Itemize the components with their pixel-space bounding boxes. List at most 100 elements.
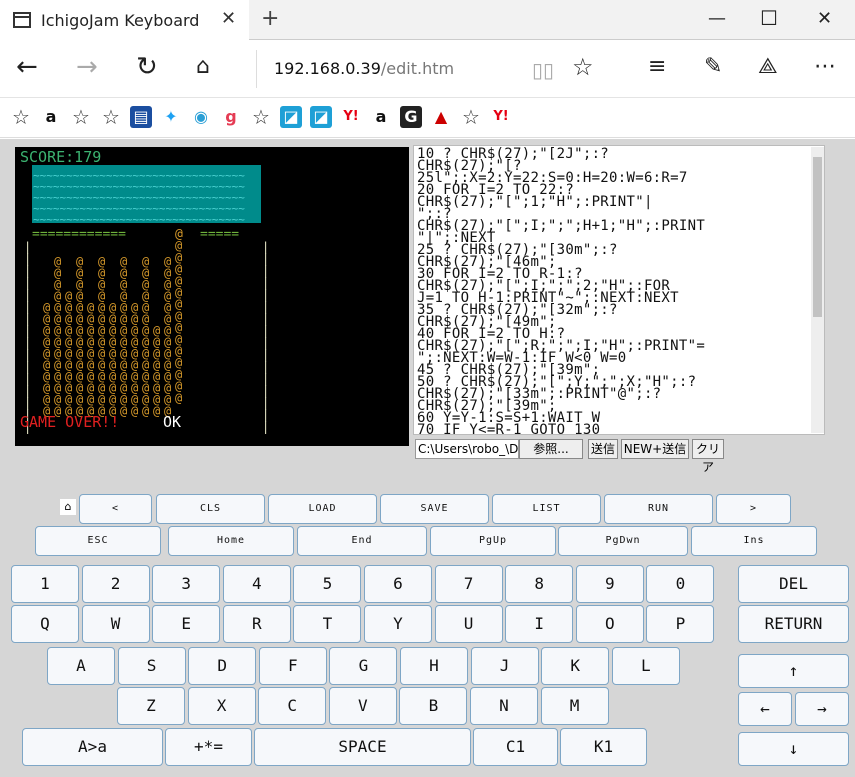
key-q[interactable]: Q <box>11 605 79 643</box>
web-note-icon[interactable]: ✎ <box>704 52 722 82</box>
key-s[interactable]: S <box>117 647 186 685</box>
key-list[interactable]: LIST <box>492 494 601 524</box>
home-key-icon[interactable]: ⌂ <box>60 499 76 515</box>
key-3[interactable]: 3 <box>152 565 221 603</box>
key-z[interactable]: Z <box>117 687 185 725</box>
key-return[interactable]: RETURN <box>738 605 849 643</box>
arrow-down-key[interactable]: ↓ <box>738 732 849 766</box>
yahoo-icon[interactable]: Y! <box>340 106 362 128</box>
key-u[interactable]: U <box>434 605 503 643</box>
amazon-icon[interactable]: a <box>370 106 392 128</box>
key-n[interactable]: N <box>470 687 538 725</box>
key-d[interactable]: D <box>188 647 257 685</box>
new-send-button[interactable]: NEW+送信 <box>621 439 689 459</box>
clear-button[interactable]: クリア <box>692 439 724 474</box>
circle-eye-icon[interactable]: ◉ <box>190 106 212 128</box>
star-icon[interactable]: ☆ <box>10 106 32 128</box>
key-i[interactable]: I <box>505 605 574 643</box>
key-t[interactable]: T <box>293 605 362 643</box>
key-6[interactable]: 6 <box>364 565 432 603</box>
key-pgup[interactable]: PgUp <box>430 526 556 556</box>
key-load[interactable]: LOAD <box>268 494 377 524</box>
hub-icon[interactable]: ≡ <box>648 52 666 82</box>
key-c1[interactable]: C1 <box>473 728 558 766</box>
close-window-icon[interactable]: ✕ <box>817 8 832 29</box>
home-icon[interactable]: ⌂ <box>196 52 210 82</box>
key-f[interactable]: F <box>258 647 327 685</box>
rocket-icon[interactable]: ▲ <box>430 106 452 128</box>
forward-icon[interactable]: → <box>76 52 98 82</box>
key-0[interactable]: 0 <box>646 565 715 603</box>
key-2[interactable]: 2 <box>81 565 150 603</box>
key-k[interactable]: K <box>541 647 610 685</box>
key-prev[interactable]: < <box>79 494 152 524</box>
yahoo-icon[interactable]: Y! <box>490 106 512 128</box>
key-esc[interactable]: ESC <box>35 526 161 556</box>
key-home[interactable]: Home <box>168 526 294 556</box>
key-j[interactable]: J <box>470 647 539 685</box>
square-blue-icon[interactable]: ◪ <box>280 106 302 128</box>
key-o[interactable]: O <box>575 605 644 643</box>
back-icon[interactable]: ← <box>16 52 38 82</box>
browser-tab[interactable]: IchigoJam Keyboard ✕ <box>0 0 249 40</box>
key-end[interactable]: End <box>297 526 427 556</box>
key-del[interactable]: DEL <box>738 565 849 603</box>
key-pgdwn[interactable]: PgDwn <box>558 526 688 556</box>
star-icon[interactable]: ☆ <box>460 106 482 128</box>
key-case[interactable]: A>a <box>22 728 163 766</box>
key-7[interactable]: 7 <box>434 565 503 603</box>
g-black-icon[interactable]: G <box>400 106 422 128</box>
editor-scrollbar[interactable] <box>811 147 824 433</box>
key-k1[interactable]: K1 <box>560 728 647 766</box>
key-l[interactable]: L <box>611 647 680 685</box>
maximize-icon[interactable]: ☐ <box>760 6 778 30</box>
key-p[interactable]: P <box>646 605 715 643</box>
key-c[interactable]: C <box>258 687 327 725</box>
arrow-left-key[interactable]: ← <box>738 692 792 726</box>
favorite-star-icon[interactable]: ☆ <box>572 52 594 82</box>
browse-button[interactable]: 参照... <box>519 439 583 459</box>
key-w[interactable]: W <box>81 605 150 643</box>
news-icon[interactable]: ▤ <box>130 106 152 128</box>
address-bar[interactable]: 192.168.0.39/edit.htm <box>256 50 454 88</box>
star-icon[interactable]: ☆ <box>250 106 272 128</box>
more-icon[interactable]: ⋯ <box>814 52 836 82</box>
key-8[interactable]: 8 <box>505 565 574 603</box>
key-run[interactable]: RUN <box>604 494 713 524</box>
close-tab-icon[interactable]: ✕ <box>221 8 236 29</box>
refresh-icon[interactable]: ↻ <box>136 52 158 82</box>
key-space[interactable]: SPACE <box>254 728 471 766</box>
key-v[interactable]: V <box>328 687 397 725</box>
key-x[interactable]: X <box>187 687 256 725</box>
key-symbol[interactable]: +*= <box>165 728 252 766</box>
g-red-icon[interactable]: g <box>220 106 242 128</box>
amazon-icon[interactable]: a <box>40 106 62 128</box>
key-h[interactable]: H <box>400 647 468 685</box>
key-4[interactable]: 4 <box>222 565 291 603</box>
share-icon[interactable]: ⟁ <box>758 52 778 82</box>
key-g[interactable]: G <box>329 647 398 685</box>
new-tab-icon[interactable]: + <box>261 6 279 31</box>
key-cls[interactable]: CLS <box>156 494 265 524</box>
scrollbar-thumb[interactable] <box>813 157 822 317</box>
key-5[interactable]: 5 <box>293 565 362 603</box>
star-icon[interactable]: ☆ <box>70 106 92 128</box>
star-icon[interactable]: ☆ <box>100 106 122 128</box>
send-button[interactable]: 送信 <box>588 439 618 459</box>
program-editor[interactable]: 10 ? CHR$(27);"[2J";:? CHR$(27);"[? 25l";:… <box>413 145 825 435</box>
key-r[interactable]: R <box>222 605 291 643</box>
square-blue-icon[interactable]: ◪ <box>310 106 332 128</box>
key-9[interactable]: 9 <box>575 565 644 603</box>
key-b[interactable]: B <box>399 687 468 725</box>
key-m[interactable]: M <box>540 687 609 725</box>
key-y[interactable]: Y <box>364 605 432 643</box>
key-next[interactable]: > <box>716 494 791 524</box>
minimize-icon[interactable]: — <box>708 8 726 29</box>
arrow-right-key[interactable]: → <box>795 692 849 726</box>
key-e[interactable]: E <box>152 605 221 643</box>
key-save[interactable]: SAVE <box>380 494 489 524</box>
file-path-field[interactable]: C:\Users\robo_\D <box>415 439 519 459</box>
reading-view-icon[interactable]: ▯▯ <box>532 55 554 85</box>
key-ins[interactable]: Ins <box>691 526 817 556</box>
twitter-icon[interactable]: ✦ <box>160 106 182 128</box>
